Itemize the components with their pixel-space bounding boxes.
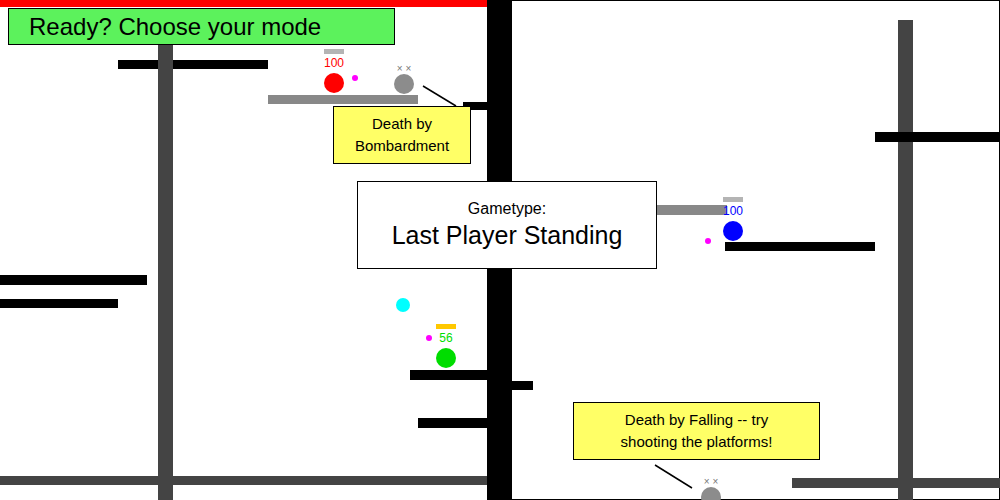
timer-bar xyxy=(0,0,487,7)
player-body xyxy=(394,74,414,94)
post xyxy=(898,20,913,500)
damaged-platform xyxy=(268,95,418,104)
platform xyxy=(418,418,488,428)
health: 100 xyxy=(324,57,344,70)
player-body xyxy=(701,487,721,500)
game-screen: 100 × × 100 56 × × Ready? Choose your mode Gam… xyxy=(0,0,1000,500)
gametype-box: Gametype:Last Player Standing xyxy=(357,181,657,269)
health: 56 xyxy=(439,332,452,345)
platform xyxy=(410,370,488,380)
gametype-label: Gametype: xyxy=(468,199,546,219)
eyes: × × xyxy=(704,477,718,487)
platform xyxy=(725,242,875,251)
platform xyxy=(875,132,1000,142)
charge-bar xyxy=(723,197,743,202)
player-body xyxy=(324,73,344,93)
damaged-platform xyxy=(657,205,727,215)
dead-player: × × xyxy=(691,477,731,500)
eyes: × × xyxy=(397,64,411,74)
bullet xyxy=(426,335,432,341)
mode-banner[interactable]: Ready? Choose your mode xyxy=(8,8,395,45)
charge-bar xyxy=(436,324,456,329)
bullet xyxy=(352,75,358,81)
player-body xyxy=(723,221,743,241)
floor xyxy=(0,476,488,485)
platform xyxy=(118,60,268,69)
charge-bar xyxy=(324,49,344,54)
orb xyxy=(396,298,410,312)
gametype-value: Last Player Standing xyxy=(392,219,623,251)
player-body xyxy=(436,348,456,368)
post xyxy=(158,45,173,500)
player: 100 xyxy=(713,197,753,241)
platform xyxy=(0,299,118,308)
player: 100 xyxy=(314,49,354,93)
callout: Death byBombardment xyxy=(333,106,471,164)
player: 56 xyxy=(426,324,466,368)
callout: Death by Falling -- tryshooting the plat… xyxy=(573,402,820,460)
floor xyxy=(792,478,1000,488)
health: 100 xyxy=(723,205,743,218)
bullet xyxy=(705,238,711,244)
dead-player: × × xyxy=(384,64,424,94)
platform xyxy=(512,381,533,390)
platform xyxy=(0,275,147,285)
